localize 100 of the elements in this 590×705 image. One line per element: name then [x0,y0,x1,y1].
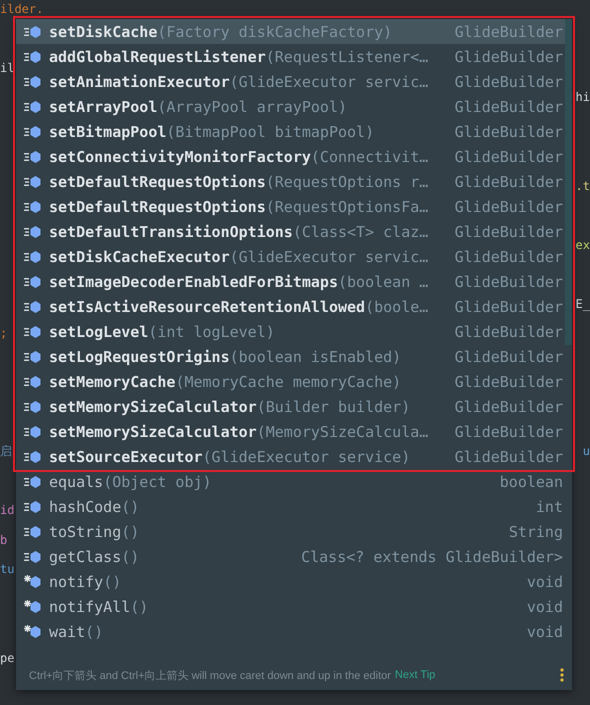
method-signature: (GlideExecutor servic… [230,72,428,90]
completion-item[interactable]: notifyAll() void [16,594,572,619]
method-signature: (MemorySizeCalcula… [256,422,428,440]
completion-item[interactable]: setDiskCacheExecutor(GlideExecutor servic… GlideBuilder [16,244,572,269]
method-icon [24,224,41,240]
completion-item[interactable]: toString() String [16,519,572,544]
completion-item[interactable]: setIsActiveResourceRetentionAllowed(boole… GlideBuilder [16,294,572,319]
completion-item[interactable]: wait() void [16,619,572,644]
completion-item[interactable]: setArrayPool(ArrayPool arrayPool) GlideBuilder [16,94,572,119]
completion-item[interactable]: notify() void [16,569,572,594]
method-icon [24,274,41,290]
completion-item[interactable]: hashCode() int [16,494,572,519]
code-text: ; [0,326,8,340]
code-text: id [0,503,14,518]
method-icon [24,298,41,314]
method-name: setArrayPool [49,98,158,116]
method-name: setDefaultRequestOptions [49,198,266,216]
code-text: il [0,60,14,75]
method-name: setMemoryCache [49,372,176,390]
method-name: notify [49,572,104,590]
method-name: setImageDecoderEnabledForBitmaps [49,272,338,290]
scrollbar[interactable] [565,19,572,345]
method-icon [24,174,41,190]
return-type: GlideBuilder [454,348,563,366]
method-icon [24,24,41,40]
method-icon [24,98,41,114]
code-text: u [582,444,590,458]
method-name: setMemorySizeCalculator [49,422,257,440]
method-name: hashCode [49,498,122,516]
method-name: setSourceExecutor [49,448,203,466]
method-icon [24,148,41,164]
method-signature: (Object obj) [103,472,212,490]
method-signature: (ArrayPool arrayPool) [157,98,348,116]
code-text: .t [576,178,590,193]
method-name: setDefaultRequestOptions [49,172,266,190]
completion-item[interactable]: setSourceExecutor(GlideExecutor service) GlideBuilder [16,444,572,469]
method-signature: (boole… [365,298,428,316]
method-icon [24,248,41,264]
method-name: setDiskCacheExecutor [49,248,230,266]
method-signature: () [130,598,148,616]
return-type: GlideBuilder [454,222,563,240]
completion-item[interactable]: setLogRequestOrigins(boolean isEnabled) GlideBuilder [16,344,572,369]
completion-item[interactable]: equals(Object obj) boolean [16,469,572,494]
return-type: GlideBuilder [454,272,563,290]
return-type: GlideBuilder [454,248,563,266]
method-signature: (GlideExecutor service) [202,448,410,466]
method-icon [24,574,41,590]
method-signature: () [103,572,122,590]
method-signature: (GlideExecutor servic… [230,248,428,266]
return-type: GlideBuilder [454,398,563,416]
code-text: hi [576,90,590,104]
method-name: setDiskCache [49,22,158,40]
method-name: notifyAll [49,598,130,616]
return-type: boolean [500,472,563,490]
return-type: GlideBuilder [454,148,563,166]
method-signature: (Builder builder) [256,398,410,416]
completion-item[interactable]: setLogLevel(int logLevel) GlideBuilder [16,319,572,344]
method-icon [24,48,41,64]
method-name: setLogRequestOrigins [49,348,230,366]
completion-item[interactable]: setImageDecoderEnabledForBitmaps(boolean … GlideBuilder [16,269,572,294]
method-icon [24,524,41,540]
method-name: setIsActiveResourceRetentionAllowed [49,298,366,316]
method-name: setMemorySizeCalculator [49,398,257,416]
method-icon [24,348,41,364]
completion-item[interactable]: setDefaultRequestOptions(RequestOptionsFa… GlideBuilder [16,194,572,219]
completion-item[interactable]: addGlobalRequestListener(RequestListener<… GlideBuilder [16,44,572,69]
method-name: setAnimationExecutor [49,72,230,90]
method-signature: () [121,498,140,516]
method-signature: (boolean … [338,272,428,290]
method-signature: () [121,522,140,540]
return-type: void [526,598,563,616]
code-text: b [0,532,8,547]
completion-item[interactable]: setMemorySizeCalculator(Builder builder) GlideBuilder [16,394,572,419]
completion-item[interactable]: setMemorySizeCalculator(MemorySizeCalcula… GlideBuilder [16,419,572,444]
method-icon [24,598,41,614]
code-text: ex [576,238,590,252]
completion-item[interactable]: setConnectivityMonitorFactory(Connectivit… GlideBuilder [16,144,572,169]
code-text: E_ [576,296,590,311]
method-signature: (BitmapPool bitmapPool) [166,122,374,140]
method-icon [24,324,41,340]
completion-item[interactable]: getClass() Class<? extends GlideBuilder> [16,544,572,569]
method-name: toString [49,522,122,540]
more-icon[interactable] [560,668,564,682]
method-signature: (MemoryCache memoryCache) [175,372,402,390]
completion-item[interactable]: setBitmapPool(BitmapPool bitmapPool) GlideBuilder [16,119,572,144]
completion-item[interactable]: setMemoryCache(MemoryCache memoryCache) GlideBuilder [16,369,572,394]
return-type: GlideBuilder [454,48,563,66]
method-signature: (boolean isEnabled) [230,348,402,366]
completion-item[interactable]: setDefaultRequestOptions(RequestOptions r… GlideBuilder [16,169,572,194]
method-signature: () [121,548,140,566]
return-type: void [526,622,563,640]
completion-item[interactable]: setAnimationExecutor(GlideExecutor servic… GlideBuilder [16,69,572,94]
return-type: Class<? extends GlideBuilder> [301,548,563,566]
return-type: GlideBuilder [454,298,563,316]
method-signature: (RequestOptionsFa… [266,198,428,216]
completion-item[interactable]: setDefaultTransitionOptions(Class<T> claz… GlideBuilder [16,219,572,244]
method-signature: () [85,622,104,640]
method-name: equals [49,472,104,490]
method-name: getClass [49,548,122,566]
method-signature: (int logLevel) [148,322,275,340]
